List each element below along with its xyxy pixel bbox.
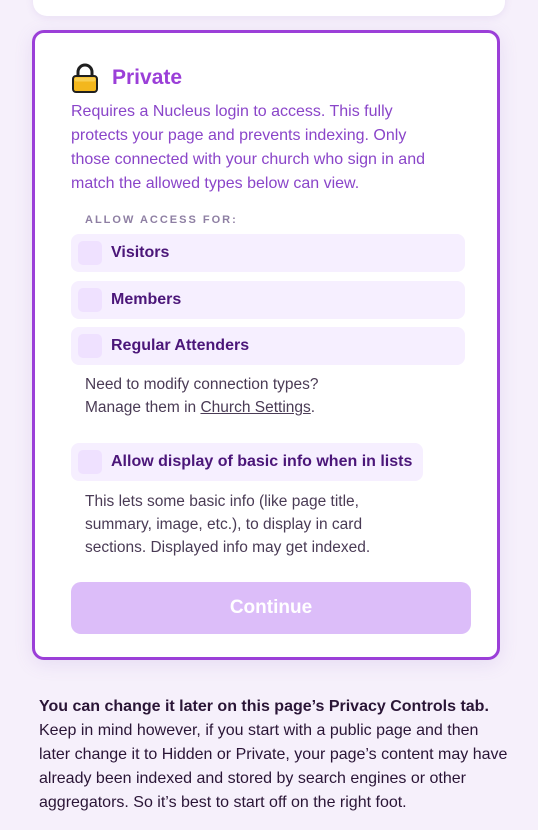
modify-text-prefix: Manage them in (85, 399, 201, 416)
footer-bold-text: You can change it later on this page’s P… (39, 698, 489, 715)
modify-connection-types-text: Need to modify connection types? Manage … (85, 373, 319, 419)
private-option-header: Private (71, 63, 182, 93)
continue-button[interactable]: Continue (71, 582, 471, 634)
access-option-regular-attenders[interactable]: Regular Attenders (71, 327, 465, 365)
regular-attenders-checkbox[interactable] (78, 334, 102, 358)
private-option-description: Requires a Nucleus login to access. This… (71, 103, 425, 192)
basic-info-help-text: This lets some basic info (like page tit… (85, 493, 371, 556)
members-checkbox[interactable] (78, 288, 102, 312)
access-option-members[interactable]: Members (71, 281, 465, 319)
visitors-label: Visitors (111, 244, 170, 261)
lock-icon (72, 63, 98, 93)
access-option-visitors[interactable]: Visitors (71, 234, 465, 272)
private-option-card[interactable]: Private Requires a Nucleus login to acce… (32, 30, 500, 660)
allow-access-label: ALLOW ACCESS FOR: (85, 214, 238, 226)
basic-info-option[interactable]: Allow display of basic info when in list… (71, 443, 423, 481)
privacy-footer-note: You can change it later on this page’s P… (39, 695, 509, 815)
church-settings-link[interactable]: Church Settings (200, 399, 310, 416)
private-option-title: Private (112, 66, 183, 89)
regular-attenders-label: Regular Attenders (111, 337, 250, 354)
basic-info-label: Allow display of basic info when in list… (111, 453, 413, 470)
visitors-checkbox[interactable] (78, 241, 102, 265)
basic-info-checkbox[interactable] (78, 450, 102, 474)
members-label: Members (111, 291, 182, 308)
modify-text-line1: Need to modify connection types? (85, 376, 319, 393)
footer-body-text: Keep in mind however, if you start with … (39, 722, 508, 811)
modify-text-suffix: . (310, 399, 316, 416)
previous-option-card[interactable] (33, 0, 505, 16)
